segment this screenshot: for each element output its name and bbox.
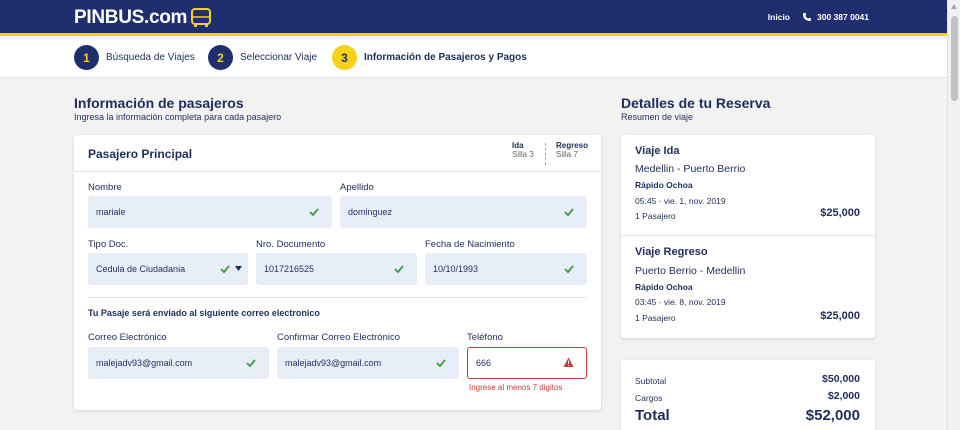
subtotal-value: $50,000 [822,373,860,385]
fecha-field[interactable]: 10/10/1993 [425,253,587,285]
reserva-title: Detalles de tu Reserva [621,95,771,111]
step-label: Información de Pasajeros y Pagos [364,52,527,63]
tipo-doc-select[interactable]: Cedula de Ciudadania [88,253,248,285]
nro-doc-field[interactable]: 1017216525 [256,253,417,285]
step-number: 3 [332,45,357,70]
correo-value: malejadv93@gmail.com [96,358,193,368]
bus-icon [191,8,212,27]
trip-regreso-company: Rápido Ochoa [635,282,693,292]
trip-ida-price: $25,000 [820,207,860,219]
correo-field[interactable]: malejadv93@gmail.com [88,347,269,379]
seat-regreso: Regreso Silla 7 [556,141,588,159]
trip-ida-route: Medellin - Puerto Berrio [635,163,746,175]
logo-text: PINBUS.com [74,7,188,28]
step-busqueda[interactable]: 1 Búsqueda de Viajes [74,45,195,70]
scroll-up-arrow-icon[interactable] [951,4,957,9]
apellido-label: Apellido [340,182,374,193]
confirm-value: malejadv93@gmail.com [285,358,382,368]
check-icon [394,265,404,274]
trip-ida-company: Rápido Ochoa [635,180,693,190]
scrollbar-thumb[interactable] [951,16,958,101]
subtotal-label: Subtotal [635,376,667,386]
divider [88,297,587,298]
nombre-label: Nombre [88,182,122,193]
chevron-down-icon [235,266,242,271]
email-note: Tu Pasaje será enviado al siguiente corr… [88,308,320,318]
seat-ida: Ida Silla 3 [512,141,534,159]
seat-regreso-value: Silla 7 [556,150,578,159]
seat-regreso-label: Regreso [556,141,589,150]
step-label: Seleccionar Viaje [240,52,318,63]
nombre-field[interactable]: mariale [88,196,332,228]
passengers-title: Información de pasajeros [74,95,244,111]
phone-number[interactable]: 300 387 0041 [817,12,869,22]
nro-doc-label: Nro. Documento [256,239,326,250]
seat-divider [545,143,546,165]
cargos-value: $2,000 [827,390,860,402]
seat-ida-label: Ida [512,141,524,150]
telefono-value: 666 [476,358,492,368]
step-informacion[interactable]: 3 Información de Pasajeros y Pagos [332,45,527,70]
cargos-label: Cargos [635,393,663,403]
trip-regreso: Viaje Regreso Puerto Berrio - Medellin R… [621,236,875,338]
confirm-correo-field[interactable]: malejadv93@gmail.com [277,347,459,379]
step-label: Búsqueda de Viajes [106,52,195,63]
seat-ida-value: Silla 3 [512,150,534,159]
warning-icon [563,357,574,367]
page-scrollbar[interactable] [947,0,960,430]
tipo-doc-value: Cedula de Ciudadania [96,264,186,274]
tipo-doc-label: Tipo Doc. [88,239,129,250]
trip-summary-card: Viaje Ida Medellin - Puerto Berrio Rápid… [621,135,875,338]
trip-regreso-route: Puerto Berrio - Medellin [635,265,746,277]
check-icon [564,265,574,274]
nombre-value: mariale [96,207,126,217]
trip-ida-title: Viaje Ida [635,145,680,157]
apellido-field[interactable]: dominguez [340,196,587,228]
total-label: Total [635,407,670,424]
check-icon [309,208,319,217]
fecha-value: 10/10/1993 [433,264,479,274]
trip-regreso-price: $25,000 [820,310,860,322]
top-header: PINBUS.com Inicio 300 387 0041 [0,0,947,36]
step-number: 2 [208,45,233,70]
phone-icon [803,13,811,21]
passenger-card-title: Pasajero Principal [88,147,193,161]
apellido-value: dominguez [348,207,393,217]
passenger-card: Pasajero Principal Ida Silla 3 Regreso S… [74,135,601,410]
step-number: 1 [74,45,99,70]
check-icon [220,265,230,274]
telefono-field[interactable]: 666 [467,347,587,379]
trip-ida: Viaje Ida Medellin - Puerto Berrio Rápid… [621,135,875,236]
nro-doc-value: 1017216525 [264,264,315,274]
check-icon [246,359,256,368]
trip-regreso-time: 03:45 · vie. 8, nov. 2019 [635,297,726,307]
check-icon [436,359,446,368]
correo-label: Correo Electrónico [88,332,167,343]
totals-card: Subtotal $50,000 Cargos $2,000 Total $52… [621,360,875,430]
inicio-link[interactable]: Inicio [768,12,790,22]
confirm-label: Confirmar Correo Electrónico [277,332,401,343]
telefono-error: Ingrese al menos 7 digitos [469,383,563,392]
pinbus-logo[interactable]: PINBUS.com [74,7,212,29]
total-value: $52,000 [805,407,860,424]
check-icon [564,208,574,217]
fecha-label: Fecha de Nacimiento [425,239,515,250]
step-seleccionar[interactable]: 2 Seleccionar Viaje [208,45,317,70]
trip-regreso-title: Viaje Regreso [635,246,708,258]
passengers-subtitle: Ingresa la información completa para cad… [74,112,282,122]
telefono-label: Teléfono [467,332,503,343]
reserva-subtitle: Resumen de viaje [621,112,694,122]
trip-regreso-passengers: 1 Pasajero [635,313,676,323]
passenger-card-header: Pasajero Principal Ida Silla 3 Regreso S… [74,135,601,172]
trip-ida-passengers: 1 Pasajero [635,211,676,221]
trip-ida-time: 05:45 · vie. 1, nov. 2019 [635,196,726,206]
checkout-steps: 1 Búsqueda de Viajes 2 Seleccionar Viaje… [0,39,947,78]
